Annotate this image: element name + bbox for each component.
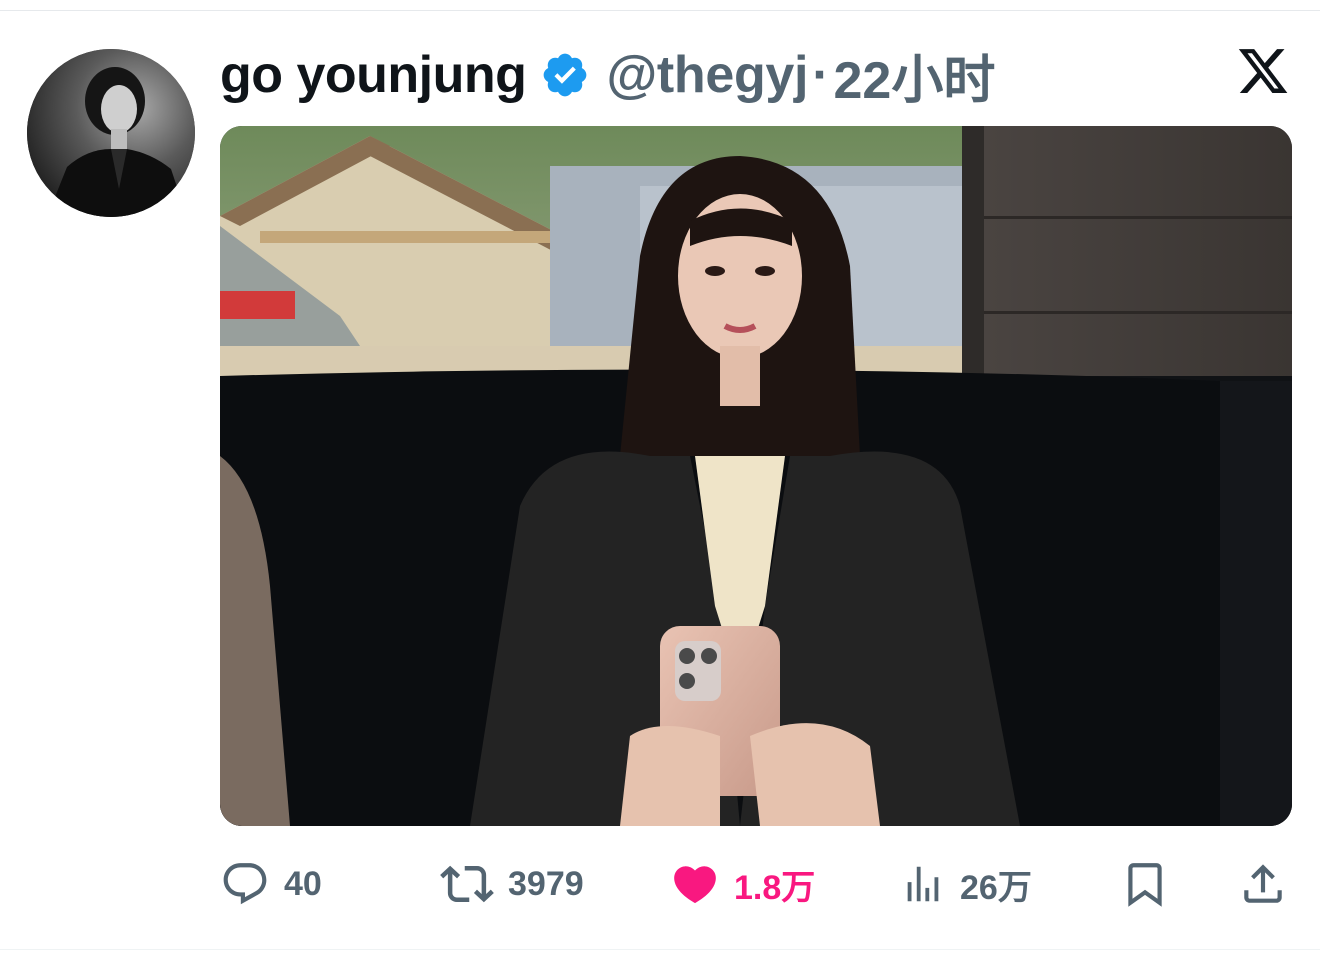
x-logo-icon[interactable] — [1236, 44, 1290, 98]
bottom-divider — [0, 949, 1320, 950]
like-count: 1.8万 — [734, 868, 816, 907]
retweet-count: 3979 — [508, 864, 584, 903]
bookmark-button[interactable] — [1120, 855, 1170, 913]
meta-separator: · — [812, 46, 830, 104]
retweet-button[interactable]: 3979 — [440, 855, 584, 913]
reply-count: 40 — [284, 864, 322, 903]
tweet-photo[interactable] — [220, 126, 1292, 826]
tweet-action-bar: 40 3979 1.8万 26万 — [220, 855, 1292, 913]
views-icon — [900, 861, 946, 907]
author-handle[interactable]: @thegyj — [606, 45, 808, 105]
reply-icon — [220, 859, 270, 909]
bookmark-icon — [1120, 859, 1170, 909]
views-count: 26万 — [960, 868, 1032, 907]
avatar[interactable] — [27, 49, 195, 217]
tweet-timestamp[interactable]: 22小时 — [834, 38, 996, 113]
tweet-header: go younjung @thegyj · 22小时 — [220, 40, 995, 110]
views-button[interactable]: 26万 — [900, 855, 1032, 913]
verified-badge-icon — [540, 50, 590, 100]
avatar-photo — [27, 49, 195, 217]
share-icon — [1238, 859, 1288, 909]
like-button[interactable]: 1.8万 — [670, 855, 815, 913]
heart-icon — [670, 859, 720, 909]
top-divider — [0, 10, 1320, 11]
retweet-icon — [440, 857, 494, 911]
photo-illustration — [220, 126, 1292, 826]
share-button[interactable] — [1238, 855, 1288, 913]
author-display-name[interactable]: go younjung — [220, 45, 527, 105]
reply-button[interactable]: 40 — [220, 855, 322, 913]
